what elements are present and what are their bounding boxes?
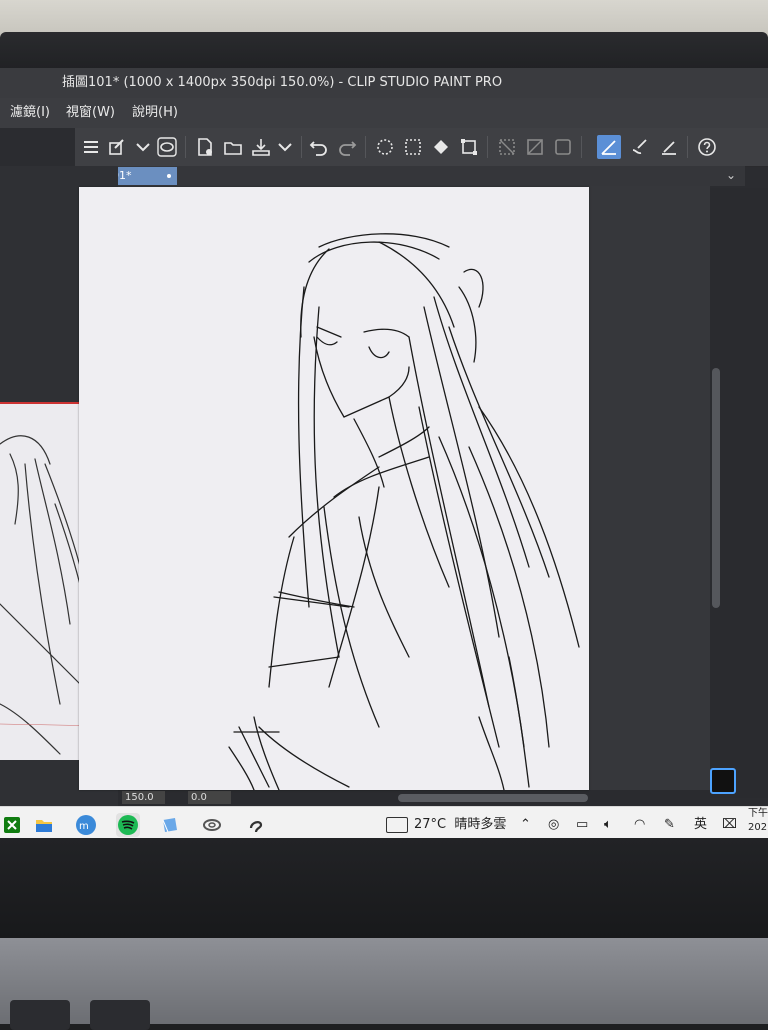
chevron-down-icon[interactable]: ⌄ [726,168,736,182]
mu-app-icon[interactable]: m [74,813,98,837]
toolbar-divider [487,136,488,158]
monitor-bezel-bottom [0,838,768,938]
battery-icon[interactable]: ▭ [576,813,588,837]
main-color-swatch[interactable] [710,768,736,794]
toolbar-divider [365,136,366,158]
help-icon[interactable] [695,135,719,159]
weather-icon [386,816,408,833]
invert-selection-icon[interactable] [551,135,575,159]
touchpad-icon[interactable]: ◎ [548,813,559,837]
undo-icon[interactable] [307,135,331,159]
clock[interactable]: 下午 202 [748,807,768,833]
clock-time: 下午 [748,808,768,819]
drawing-canvas[interactable] [79,187,589,790]
clip-studio-icon[interactable] [155,135,179,159]
eraser-tool-icon[interactable] [657,135,681,159]
weather-temp: 27°C [414,817,447,832]
menu-window[interactable]: 視窗(W) [66,98,115,128]
canvas-tab-bar: 插圖101* [75,166,745,186]
horizontal-scrollbar[interactable] [398,794,588,802]
hide-selection-icon[interactable] [495,135,519,159]
character-sketch [228,233,580,790]
open-folder-icon[interactable] [221,135,245,159]
volume-icon[interactable]: 🔈︎ [604,813,612,837]
unsaved-dot-icon [167,174,171,178]
chevron-down-icon[interactable] [131,135,155,159]
notification-icon[interactable]: ⌧ [722,813,737,837]
keyboard-key [90,1000,150,1030]
selection-icon[interactable] [401,135,425,159]
new-file-icon[interactable] [193,135,217,159]
chevron-down-icon[interactable] [273,135,297,159]
keyboard-key [10,1000,70,1030]
pen-menu-icon[interactable]: ✎ [664,813,675,837]
toolbar-divider [185,136,186,158]
chevron-up-icon[interactable]: ⌃ [520,813,531,837]
clip-studio-paint-icon[interactable] [244,813,268,837]
title-bar: 插圖101* (1000 x 1400px 350dpi 150.0%) - C… [0,68,768,98]
transform-icon[interactable] [457,135,481,159]
monitor-bezel [0,32,768,72]
command-bar [75,128,768,167]
wifi-icon[interactable]: ◠ [634,813,645,837]
redo-icon[interactable] [335,135,359,159]
menu-icon[interactable] [79,135,103,159]
zoom-field[interactable]: 150.0 [122,791,165,804]
file-explorer-icon[interactable] [32,813,56,837]
quick-access-icon[interactable] [105,135,129,159]
windows-taskbar: m 27°C 晴時多雲 ⌃ ◎ ▭ 🔈︎ ◠ ✎ 英 ⌧ 下午 202 [0,806,768,838]
brush-tool-icon[interactable] [627,135,651,159]
vertical-scrollbar[interactable] [712,368,720,608]
rotation-field[interactable]: 0.0 [188,791,231,804]
fill-icon[interactable] [429,135,453,159]
spotify-icon[interactable] [116,813,140,837]
select-all-icon[interactable] [523,135,547,159]
toolbar-divider [581,136,582,158]
menu-help[interactable]: 說明(H) [132,98,178,128]
toolbar-divider [687,136,688,158]
xbox-icon[interactable] [0,813,24,837]
svg-text:m: m [79,821,89,832]
menu-bar: 濾鏡(I) 視窗(W) 說明(H) [0,98,768,128]
clock-date: 202 [748,822,768,833]
clear-selection-icon[interactable] [373,135,397,159]
menu-filter[interactable]: 濾鏡(I) [10,98,50,128]
pen-tool-icon[interactable] [597,135,621,159]
status-bar: 150.0 0.0 [118,790,710,806]
weather-condition: 晴時多雲 [454,817,507,832]
weather-widget[interactable]: 27°C 晴時多雲 [386,813,506,837]
toolbar-divider [301,136,302,158]
notes-app-icon[interactable] [158,813,182,837]
clip-studio-icon[interactable] [200,813,224,837]
window-title: 插圖101* (1000 x 1400px 350dpi 150.0%) - C… [62,75,503,90]
save-icon[interactable] [249,135,273,159]
input-method-indicator[interactable]: 英 [694,813,707,837]
